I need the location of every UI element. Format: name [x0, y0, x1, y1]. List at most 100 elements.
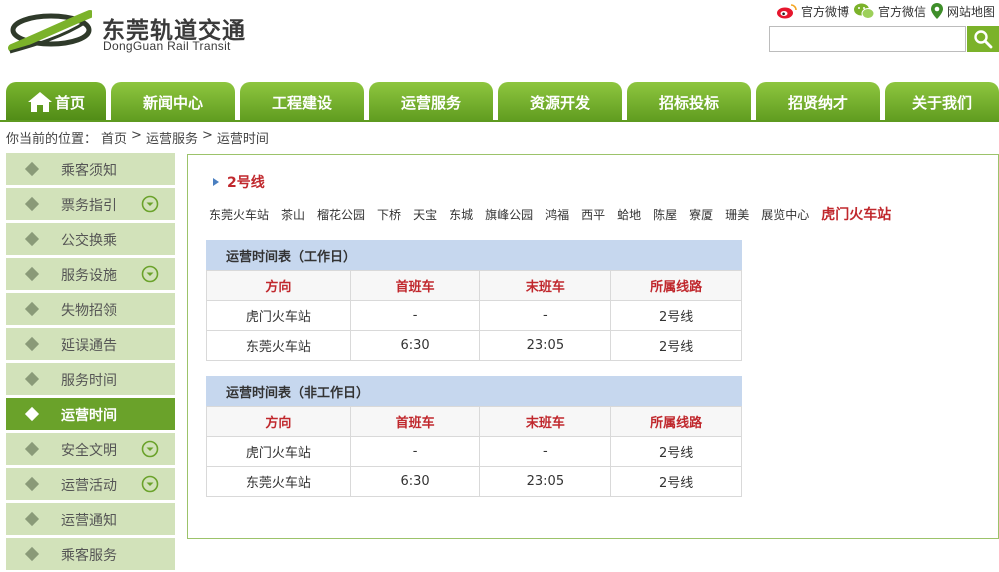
breadcrumb-home[interactable]: 首页: [101, 128, 127, 147]
station-link[interactable]: 寮厦: [689, 206, 713, 223]
breadcrumb-current[interactable]: 运营时间: [217, 128, 269, 147]
sidebar-item-label: 运营通知: [61, 513, 117, 529]
diamond-bullet-icon: [24, 406, 40, 422]
table-cell: 虎门火车站: [206, 436, 351, 467]
diamond-bullet-icon: [24, 336, 40, 352]
table-cell: -: [349, 436, 481, 467]
sidebar-item-ticket-guide[interactable]: 票务指引: [6, 188, 175, 220]
station-link[interactable]: 西平: [581, 206, 605, 223]
table-header-row: 方向 首班车 末班车 所属线路: [206, 270, 742, 301]
wechat-icon: [853, 3, 875, 19]
chevron-down-icon[interactable]: [141, 265, 159, 283]
sidebar-item-passenger-service[interactable]: 乘客服务: [6, 538, 175, 570]
nav-label: 招标投标: [658, 93, 719, 112]
nav-label: 运营服务: [400, 93, 461, 112]
table-row: 虎门火车站 - - 2号线: [206, 436, 742, 467]
nav-operations[interactable]: 运营服务: [369, 82, 493, 122]
nav-label: 新闻中心: [142, 93, 203, 112]
search-button[interactable]: [967, 26, 999, 52]
sidebar: 乘客须知 票务指引 公交换乘 服务设施 失物招领 延误通告 服务时间 运营时间 …: [6, 153, 175, 572]
nav-about[interactable]: 关于我们: [885, 82, 999, 122]
nav-label: 关于我们: [911, 93, 972, 112]
nav-home[interactable]: 首页: [6, 82, 106, 122]
line-title-text: 2号线: [227, 175, 265, 191]
search-input[interactable]: [769, 26, 966, 52]
weibo-label: 官方微博: [800, 4, 849, 19]
nav-careers[interactable]: 招贤纳才: [756, 82, 880, 122]
home-icon: [27, 92, 52, 112]
sidebar-item-label: 票务指引: [61, 198, 117, 214]
table-header-row: 方向 首班车 末班车 所属线路: [206, 406, 742, 437]
sidebar-item-passenger-notice[interactable]: 乘客须知: [6, 153, 175, 185]
breadcrumb-operations[interactable]: 运营服务: [146, 128, 198, 147]
logo-icon[interactable]: [6, 8, 92, 56]
sidebar-item-safety[interactable]: 安全文明: [6, 433, 175, 465]
station-link[interactable]: 东城: [449, 206, 473, 223]
sidebar-item-label: 失物招领: [61, 303, 117, 319]
column-header: 末班车: [479, 270, 612, 301]
diamond-bullet-icon: [24, 441, 40, 457]
column-header: 首班车: [349, 406, 481, 437]
sidebar-item-label: 公交换乘: [61, 233, 117, 249]
sidebar-item-activities[interactable]: 运营活动: [6, 468, 175, 500]
logo-text-en: DongGuan Rail Transit: [103, 39, 231, 53]
sitemap-link[interactable]: 网站地图: [930, 2, 995, 20]
sitemap-label: 网站地图: [946, 4, 995, 19]
line-title: 2号线: [213, 172, 265, 192]
diamond-bullet-icon: [24, 546, 40, 562]
table-title: 运营时间表（非工作日）: [206, 376, 742, 406]
sidebar-item-label: 安全文明: [61, 443, 117, 459]
nav-news[interactable]: 新闻中心: [111, 82, 235, 122]
station-link[interactable]: 旗峰公园: [485, 206, 533, 223]
column-header: 所属线路: [610, 270, 742, 301]
station-link[interactable]: 珊美: [725, 206, 749, 223]
nav-label: 资源开发: [529, 93, 590, 112]
nav-construction[interactable]: 工程建设: [240, 82, 364, 122]
sidebar-item-lost-found[interactable]: 失物招领: [6, 293, 175, 325]
nav-label: 首页: [54, 93, 85, 112]
diamond-bullet-icon: [24, 161, 40, 177]
nav-label: 工程建设: [271, 93, 332, 112]
station-link[interactable]: 陈屋: [653, 206, 677, 223]
chevron-down-icon[interactable]: [141, 475, 159, 493]
table-cell: 2号线: [610, 466, 742, 497]
sidebar-item-operating-hours[interactable]: 运营时间: [6, 398, 175, 430]
sidebar-item-bus-transfer[interactable]: 公交换乘: [6, 223, 175, 255]
sidebar-item-delay-notice[interactable]: 延误通告: [6, 328, 175, 360]
diamond-bullet-icon: [24, 511, 40, 527]
sidebar-item-label: 乘客服务: [61, 548, 117, 564]
wechat-link[interactable]: 官方微信: [853, 2, 926, 20]
diamond-bullet-icon: [24, 266, 40, 282]
breadcrumb-sep: >: [201, 128, 213, 143]
station-link[interactable]: 榴花公园: [317, 206, 365, 223]
nav-resources[interactable]: 资源开发: [498, 82, 622, 122]
table-cell: -: [479, 436, 612, 467]
station-link[interactable]: 下桥: [377, 206, 401, 223]
table-cell: 东莞火车站: [206, 466, 351, 497]
column-header: 末班车: [479, 406, 612, 437]
sidebar-item-label: 服务时间: [61, 373, 117, 389]
sidebar-item-label: 服务设施: [61, 268, 117, 284]
station-link[interactable]: 鸿福: [545, 206, 569, 223]
diamond-bullet-icon: [24, 371, 40, 387]
station-link[interactable]: 展览中心: [761, 206, 809, 223]
weibo-icon: [776, 4, 797, 19]
station-link[interactable]: 蛤地: [617, 206, 641, 223]
station-link[interactable]: 天宝: [413, 206, 437, 223]
chevron-down-icon[interactable]: [141, 440, 159, 458]
sidebar-item-operations-notice[interactable]: 运营通知: [6, 503, 175, 535]
sidebar-item-service-hours[interactable]: 服务时间: [6, 363, 175, 395]
timetable-grid: 方向 首班车 末班车 所属线路 虎门火车站 - - 2号线 东莞火车站 6:30…: [206, 406, 742, 497]
chevron-down-icon[interactable]: [141, 195, 159, 213]
sidebar-item-facilities[interactable]: 服务设施: [6, 258, 175, 290]
triangle-right-icon: [213, 178, 219, 186]
weibo-link[interactable]: 官方微博: [776, 3, 849, 20]
station-link[interactable]: 东莞火车站: [209, 206, 269, 223]
table-cell: -: [479, 300, 612, 331]
nav-tenders[interactable]: 招标投标: [627, 82, 751, 122]
sidebar-item-label: 延误通告: [61, 338, 117, 354]
station-link-current[interactable]: 虎门火车站: [821, 204, 891, 224]
column-header: 方向: [206, 270, 351, 301]
breadcrumb: 你当前的位置： 首页 > 运营服务 > 运营时间: [6, 128, 273, 147]
station-link[interactable]: 茶山: [281, 206, 305, 223]
